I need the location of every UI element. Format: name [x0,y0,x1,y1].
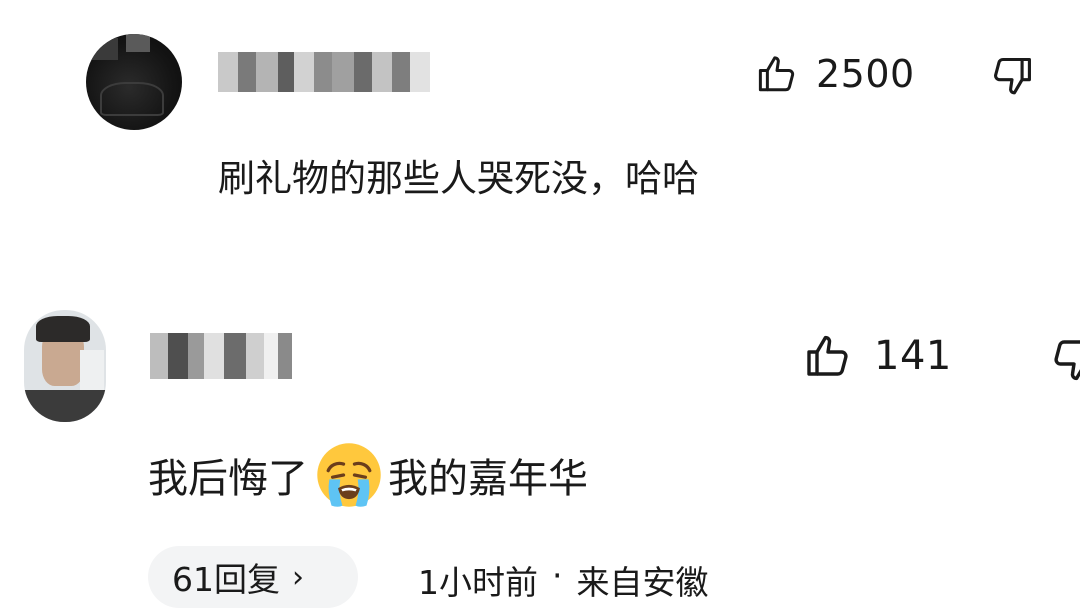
dislike-button[interactable] [990,54,1034,102]
author-name-blurred[interactable] [218,52,430,92]
thumbs-up-icon [807,335,848,376]
comment-time: 1小时前 [418,563,538,602]
reply-count-label: 61回复 [172,560,280,599]
like-button[interactable]: 2500 [756,52,915,96]
comment-location: 来自安徽 [576,563,709,602]
dislike-button[interactable] [1050,336,1080,388]
like-button[interactable]: 141 [804,332,952,380]
like-count: 2500 [816,52,915,96]
view-replies-button[interactable]: 61回复 › [148,546,358,608]
chevron-right-icon: › [292,559,304,595]
author-name-blurred[interactable] [150,333,292,379]
like-count: 141 [874,333,952,379]
comment-text-part: 我的嘉年华 [388,456,588,502]
meta-separator: · [552,556,563,595]
avatar[interactable] [24,310,106,422]
avatar[interactable] [86,34,182,130]
comment-text: 刷礼物的那些人哭死没，哈哈 [218,157,699,200]
thumbs-up-icon [758,56,795,92]
loudly-crying-face-emoji [317,443,381,507]
comment-meta: 1小时前 · 来自安徽 [418,556,709,604]
comment-text-part: 我后悔了 [148,456,308,502]
thumbs-down-icon [994,57,1031,95]
comment-text: 我后悔了 我的嘉年华 [148,440,588,510]
thumbs-down-icon [1054,340,1080,381]
comment-item: 2500 刷礼物的那些人哭死没，哈哈 [0,0,1080,300]
